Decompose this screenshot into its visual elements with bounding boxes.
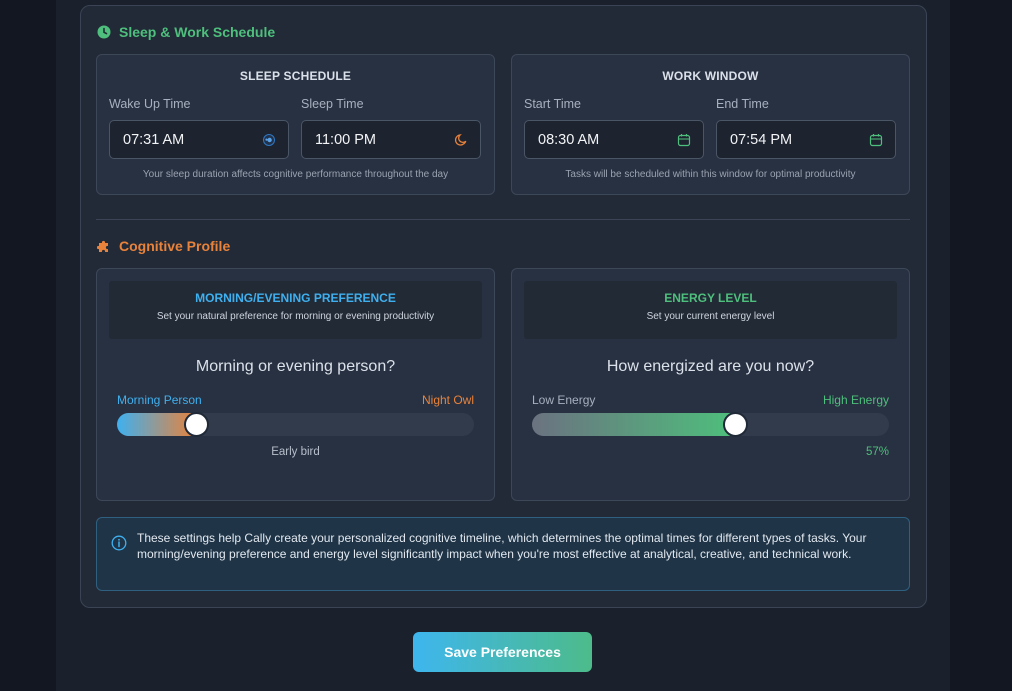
sleep-hint: Your sleep duration affects cognitive pe… [142, 169, 449, 180]
wake-up-time-value: 07:31 AM [123, 131, 185, 148]
clock-icon [97, 25, 111, 39]
info-box: These settings help Cally create your pe… [96, 517, 910, 591]
energy-slider-fill [532, 413, 735, 436]
energy-value-label: 57% [865, 446, 889, 458]
info-text: These settings help Cally create your pe… [137, 531, 867, 561]
low-energy-label: Low Energy [532, 393, 596, 407]
sleep-work-section-title: Sleep & Work Schedule [97, 24, 275, 40]
sun-icon [263, 133, 275, 146]
puzzle-icon [97, 240, 108, 252]
preference-header: MORNING/EVENING PREFERENCE Set your natu… [109, 281, 482, 339]
high-energy-label: High Energy [822, 393, 889, 407]
preference-panel: MORNING/EVENING PREFERENCE Set your natu… [96, 268, 495, 501]
energy-heading: ENERGY LEVEL [664, 291, 757, 305]
moon-icon [454, 133, 467, 146]
energy-range-labels: Low Energy High Energy [532, 393, 889, 409]
sleep-schedule-panel: SLEEP SCHEDULE Wake Up Time 07:31 AM Sle… [96, 54, 495, 195]
preference-slider[interactable] [117, 412, 474, 437]
preference-range-labels: Morning Person Night Owl [117, 393, 474, 409]
energy-slider[interactable] [532, 412, 889, 437]
end-time-label: End Time [716, 97, 769, 111]
start-time-label: Start Time [524, 97, 581, 111]
sleep-time-input[interactable]: 11:00 PM [301, 120, 481, 159]
energy-panel: ENERGY LEVEL Set your current energy lev… [511, 268, 910, 501]
work-window-panel: WORK WINDOW Start Time 08:30 AM End Time… [511, 54, 910, 195]
preference-value-label: Early bird [271, 446, 320, 458]
wake-up-label: Wake Up Time [109, 97, 191, 111]
night-owl-label: Night Owl [421, 393, 474, 407]
start-time-value: 08:30 AM [538, 131, 600, 148]
energy-subheading: Set your current energy level [646, 311, 775, 322]
sleep-schedule-heading: SLEEP SCHEDULE [239, 69, 352, 83]
morning-person-label: Morning Person [117, 393, 202, 407]
energy-slider-thumb[interactable] [723, 412, 748, 437]
energy-question: How energized are you now? [606, 358, 815, 375]
sleep-time-value: 11:00 PM [315, 131, 376, 148]
start-time-input[interactable]: 08:30 AM [524, 120, 704, 159]
section-divider [96, 219, 910, 220]
work-window-heading: WORK WINDOW [662, 69, 759, 83]
end-time-value: 07:54 PM [730, 131, 793, 148]
preference-heading: MORNING/EVENING PREFERENCE [195, 291, 396, 305]
save-preferences-button[interactable]: Save Preferences [413, 632, 592, 672]
calendar-icon [677, 133, 691, 146]
calendar-icon [869, 133, 883, 146]
cognitive-section-title: Cognitive Profile [97, 238, 230, 254]
energy-header: ENERGY LEVEL Set your current energy lev… [524, 281, 897, 339]
sleep-time-label: Sleep Time [301, 97, 364, 111]
work-hint: Tasks will be scheduled within this wind… [565, 169, 856, 180]
cognitive-title-text: Cognitive Profile [119, 238, 231, 254]
preference-question: Morning or evening person? [195, 358, 396, 375]
wake-up-time-input[interactable]: 07:31 AM [109, 120, 289, 159]
preference-slider-thumb[interactable] [184, 412, 209, 437]
sleep-work-title-text: Sleep & Work Schedule [119, 24, 276, 40]
info-icon [111, 535, 127, 551]
preference-subheading: Set your natural preference for morning … [156, 311, 435, 322]
end-time-input[interactable]: 07:54 PM [716, 120, 896, 159]
